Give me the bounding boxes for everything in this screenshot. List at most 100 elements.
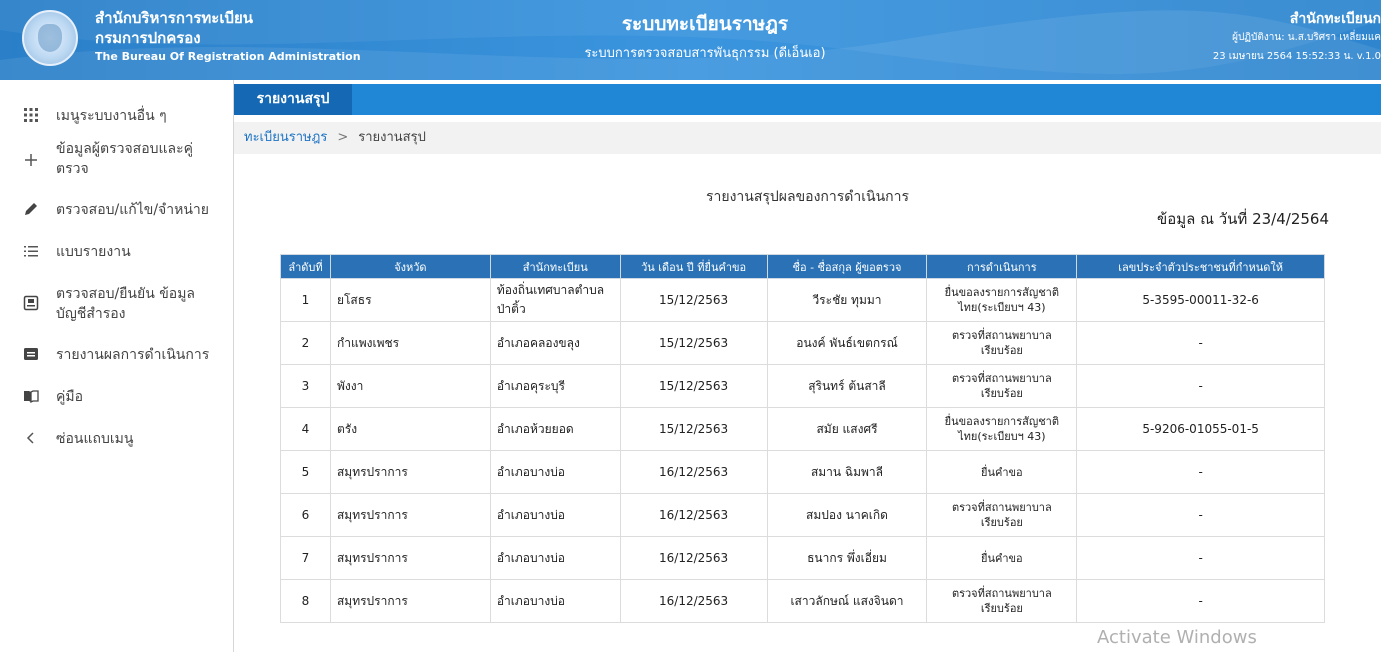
organization-name: สำนักบริหารการทะเบียน กรมการปกครอง The B… <box>95 8 361 66</box>
sidebar-item-hide-menu[interactable]: ซ่อนแถบเมนู <box>0 429 234 449</box>
table-row: 6 สมุทรปราการ อำเภอบางบ่อ 16/12/2563 สมป… <box>280 493 1325 537</box>
department-seal-logo <box>22 10 78 66</box>
id-card-icon <box>22 294 40 312</box>
cell-no: 5 <box>280 450 331 494</box>
cell-action: ยื่นขอลงรายการสัญชาติไทย(ระเบียบฯ 43) <box>926 278 1078 322</box>
pencil-icon <box>22 200 40 218</box>
cell-name: สมาน ฉิมพาลี <box>766 450 928 494</box>
sidebar-item-label: ตรวจสอบ/แก้ไข/จำหน่าย <box>56 202 209 218</box>
cell-no: 2 <box>280 321 331 365</box>
table-row: 4 ตรัง อำเภอห้วยยอด 15/12/2563 สมัย แสงศ… <box>280 407 1325 451</box>
cell-name: สุรินทร์ ต้นสาลี <box>766 364 928 408</box>
cell-province: ยโสธร <box>329 278 491 322</box>
sidebar-item-manual[interactable]: คู่มือ <box>0 387 234 407</box>
cell-id-number: - <box>1076 579 1325 623</box>
current-datetime: 23 เมษายน 2564 15:52:33 น. v.1.0 <box>1212 51 1381 62</box>
column-header: สำนักทะเบียน <box>489 254 621 279</box>
report-as-of-date: ข้อมูล ณ วันที่ 23/4/2564 <box>1156 210 1329 228</box>
org-english-name: The Bureau Of Registration Administratio… <box>95 50 361 63</box>
summary-table: ลำดับที่ จังหวัด สำนักทะเบียน วัน เดือน … <box>280 254 1325 623</box>
column-header: วัน เดือน ปี ที่ยื่นคำขอ <box>619 254 768 279</box>
sidebar-item-results-report[interactable]: รายงานผลการดำเนินการ <box>0 345 234 365</box>
cell-office: อำเภอบางบ่อ <box>489 493 621 537</box>
breadcrumb-root-link[interactable]: ทะเบียนราษฎร <box>244 130 327 145</box>
sidebar-item-report-forms[interactable]: แบบรายงาน <box>0 242 234 262</box>
cell-office: อำเภอบางบ่อ <box>489 450 621 494</box>
breadcrumb: ทะเบียนราษฎร > รายงานสรุป <box>234 122 1381 154</box>
book-icon <box>22 387 40 405</box>
cell-id-number: - <box>1076 364 1325 408</box>
cell-office: อำเภอห้วยยอด <box>489 407 621 451</box>
cell-action: ยื่นคำขอ <box>926 450 1078 494</box>
cell-date: 15/12/2563 <box>619 278 768 322</box>
cell-action: ตรวจที่สถานพยาบาลเรียบร้อย <box>926 364 1078 408</box>
operator-name: ผู้ปฏิบัติงาน: น.ส.บริศรา เหลี่ยมแค <box>1232 32 1381 43</box>
cell-office: อำเภอคลองขลุง <box>489 321 621 365</box>
report-icon <box>22 345 40 363</box>
cell-action: ตรวจที่สถานพยาบาลเรียบร้อย <box>926 579 1078 623</box>
sidebar-item-label: รายงานผลการดำเนินการ <box>56 347 210 363</box>
tab-summary-report[interactable]: รายงานสรุป <box>234 84 352 115</box>
cell-province: ตรัง <box>329 407 491 451</box>
cell-no: 6 <box>280 493 331 537</box>
column-header: การดำเนินการ <box>926 254 1078 279</box>
page-tab-bar: รายงานสรุป <box>234 84 1381 115</box>
sidebar-item-label: คู่มือ <box>56 389 84 405</box>
cell-province: พังงา <box>329 364 491 408</box>
cell-no: 1 <box>280 278 331 322</box>
cell-province: สมุทรปราการ <box>329 579 491 623</box>
cell-province: สมุทรปราการ <box>329 450 491 494</box>
column-header: ชื่อ - ชื่อสกุล ผู้ขอตรวจ <box>766 254 928 279</box>
cell-no: 7 <box>280 536 331 580</box>
cell-province: สมุทรปราการ <box>329 536 491 580</box>
cell-date: 16/12/2563 <box>619 579 768 623</box>
cell-no: 8 <box>280 579 331 623</box>
office-name: สำนักทะเบียนก <box>1289 11 1381 27</box>
cell-province: กำแพงเพชร <box>329 321 491 365</box>
sidebar-item-check-edit[interactable]: ตรวจสอบ/แก้ไข/จำหน่าย <box>0 200 234 220</box>
cell-no: 3 <box>280 364 331 408</box>
cell-no: 4 <box>280 407 331 451</box>
cell-office: ท้องถิ่นเทศบาลตำบลป่าติ้ว <box>489 278 621 322</box>
table-row: 2 กำแพงเพชร อำเภอคลองขลุง 15/12/2563 อนง… <box>280 321 1325 365</box>
apps-grid-icon <box>22 106 40 124</box>
sidebar-item-verify-backup[interactable]: ตรวจสอบ/ยืนยัน ข้อมูลบัญชีสำรอง <box>0 284 234 324</box>
cell-id-number: - <box>1076 536 1325 580</box>
cell-date: 16/12/2563 <box>619 493 768 537</box>
app-header: สำนักบริหารการทะเบียน กรมการปกครอง The B… <box>0 0 1381 80</box>
table-row: 7 สมุทรปราการ อำเภอบางบ่อ 16/12/2563 ธนา… <box>280 536 1325 580</box>
cell-id-number: 5-9206-01055-01-5 <box>1076 407 1325 451</box>
breadcrumb-separator: > <box>337 130 349 145</box>
cell-id-number: - <box>1076 321 1325 365</box>
org-thai-line2: กรมการปกครอง <box>95 29 201 47</box>
cell-id-number: 5-3595-00011-32-6 <box>1076 278 1325 322</box>
table-row: 8 สมุทรปราการ อำเภอบางบ่อ 16/12/2563 เสา… <box>280 579 1325 623</box>
cell-name: อนงค์ พันธ์เขตกรณ์ <box>766 321 928 365</box>
chevron-left-icon <box>22 429 40 447</box>
sidebar-item-label: ซ่อนแถบเมนู <box>56 431 134 447</box>
cell-name: ธนากร พึ่งเอี่ยม <box>766 536 928 580</box>
cell-name: สมปอง นาคเกิด <box>766 493 928 537</box>
cell-action: ยื่นคำขอ <box>926 536 1078 580</box>
system-subtitle: ระบบการตรวจสอบสารพันธุกรรม (ดีเอ็นเอ) <box>584 46 826 61</box>
report-title: รายงานสรุปผลของการดำเนินการ <box>706 189 909 205</box>
sidebar-item-label: ตรวจสอบ/ยืนยัน ข้อมูลบัญชีสำรอง <box>56 286 196 322</box>
cell-date: 15/12/2563 <box>619 364 768 408</box>
list-icon <box>22 242 40 260</box>
sidebar-item-other-systems[interactable]: เมนูระบบงานอื่น ๆ <box>0 106 234 126</box>
cell-office: อำเภอคุระบุรี <box>489 364 621 408</box>
cell-date: 16/12/2563 <box>619 450 768 494</box>
cell-action: ตรวจที่สถานพยาบาลเรียบร้อย <box>926 321 1078 365</box>
sidebar-item-label: ข้อมูลผู้ตรวจสอบและคู่ตรวจ <box>56 141 193 177</box>
table-row: 5 สมุทรปราการ อำเภอบางบ่อ 16/12/2563 สมา… <box>280 450 1325 494</box>
column-header: ลำดับที่ <box>280 254 331 279</box>
cell-id-number: - <box>1076 493 1325 537</box>
sidebar-item-inspector-data[interactable]: ข้อมูลผู้ตรวจสอบและคู่ตรวจ <box>0 139 234 179</box>
cell-name: เสาวลักษณ์ แสงจินดา <box>766 579 928 623</box>
sidebar-item-label: แบบรายงาน <box>56 244 131 260</box>
cell-name: สมัย แสงศรี <box>766 407 928 451</box>
sidebar-item-label: เมนูระบบงานอื่น ๆ <box>56 108 167 124</box>
table-row: 3 พังงา อำเภอคุระบุรี 15/12/2563 สุรินทร… <box>280 364 1325 408</box>
cell-date: 15/12/2563 <box>619 407 768 451</box>
plus-icon <box>22 151 40 169</box>
